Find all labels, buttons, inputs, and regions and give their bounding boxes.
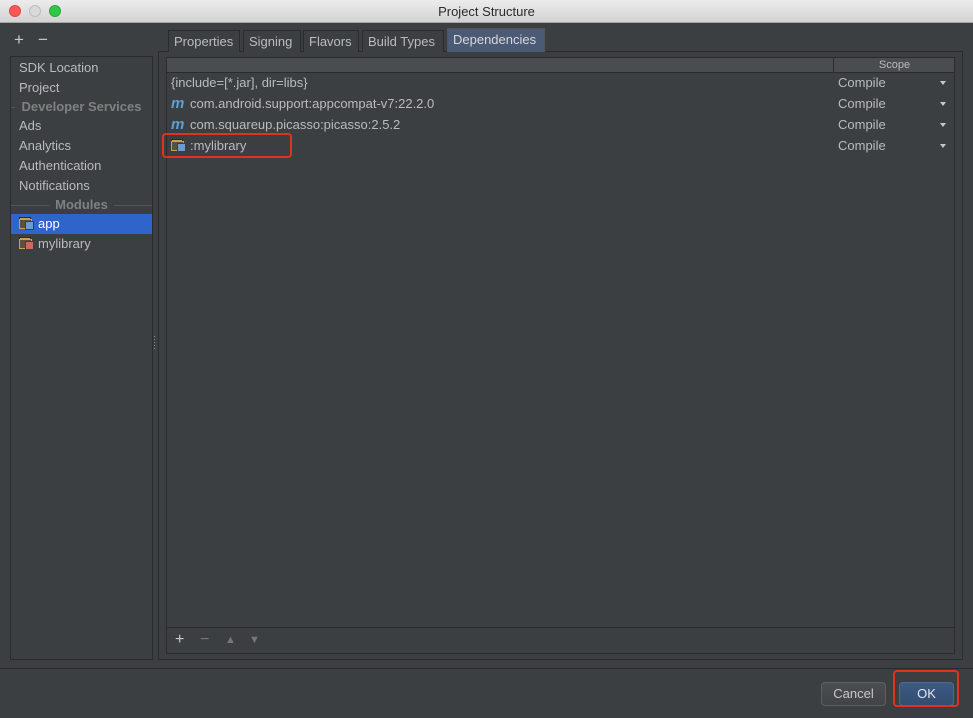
sidebar: SDK Location Project Developer Services … xyxy=(10,56,153,660)
sidebar-section-modules: Modules xyxy=(11,195,152,215)
sidebar-toolbar: + − xyxy=(14,30,62,50)
table-header: Scope xyxy=(167,58,954,73)
scope-column-header[interactable]: Scope xyxy=(833,58,955,72)
add-module-button[interactable]: + xyxy=(14,30,38,50)
scope-select[interactable]: Compile xyxy=(838,114,886,135)
sidebar-item-analytics[interactable]: Analytics xyxy=(11,136,152,156)
remove-module-button[interactable]: − xyxy=(38,30,62,50)
chevron-down-icon[interactable] xyxy=(940,123,946,127)
sidebar-item-project[interactable]: Project xyxy=(11,78,152,98)
move-down-button[interactable]: ▼ xyxy=(249,629,260,651)
add-dependency-button[interactable]: + xyxy=(175,629,184,651)
table-row[interactable]: {include=[*.jar], dir=libs} Compile xyxy=(167,72,954,93)
tab-properties[interactable]: Properties xyxy=(168,30,240,52)
maven-icon: m xyxy=(171,116,185,133)
sidebar-item-sdk-location[interactable]: SDK Location xyxy=(11,58,152,78)
dependency-name: com.android.support:appcompat-v7:22.2.0 xyxy=(190,96,435,111)
remove-dependency-button[interactable]: − xyxy=(200,629,209,651)
sidebar-item-authentication[interactable]: Authentication xyxy=(11,156,152,176)
sidebar-item-ads[interactable]: Ads xyxy=(11,116,152,136)
table-row[interactable]: m com.squareup.picasso:picasso:2.5.2 Comp… xyxy=(167,114,954,135)
chevron-down-icon[interactable] xyxy=(940,81,946,85)
dependency-name: com.squareup.picasso:picasso:2.5.2 xyxy=(190,117,401,132)
sidebar-item-notifications[interactable]: Notifications xyxy=(11,176,152,196)
library-module-icon xyxy=(19,237,34,250)
cancel-button[interactable]: Cancel xyxy=(821,682,886,706)
table-toolbar: + − ▲ ▼ xyxy=(166,627,955,654)
table-row[interactable]: m com.android.support:appcompat-v7:22.2.0… xyxy=(167,93,954,114)
mylibrary-highlight-box xyxy=(162,133,292,158)
scope-select[interactable]: Compile xyxy=(838,93,886,114)
window-title: Project Structure xyxy=(438,4,535,19)
tab-dependencies[interactable]: Dependencies xyxy=(447,28,545,52)
tab-flavors[interactable]: Flavors xyxy=(303,30,359,52)
tab-signing[interactable]: Signing xyxy=(243,30,301,52)
maven-icon: m xyxy=(171,95,185,112)
tab-build-types[interactable]: Build Types xyxy=(362,30,444,52)
footer-divider xyxy=(0,668,973,669)
sidebar-section-developer-services: Developer Services xyxy=(11,97,152,117)
splitter-handle[interactable] xyxy=(153,336,156,350)
scope-select[interactable]: Compile xyxy=(838,72,886,93)
chevron-down-icon[interactable] xyxy=(940,144,946,148)
chevron-down-icon[interactable] xyxy=(940,102,946,106)
dependency-name: {include=[*.jar], dir=libs} xyxy=(171,75,308,90)
module-folder-icon xyxy=(19,217,34,230)
sidebar-item-app[interactable]: app xyxy=(11,214,152,234)
title-bar: Project Structure xyxy=(0,0,973,23)
sidebar-item-mylibrary[interactable]: mylibrary xyxy=(11,234,152,254)
project-structure-window: Project Structure + − SDK Location Projec… xyxy=(0,0,973,718)
scope-select[interactable]: Compile xyxy=(838,135,886,156)
ok-highlight-box xyxy=(893,670,959,707)
move-up-button[interactable]: ▲ xyxy=(225,629,236,651)
